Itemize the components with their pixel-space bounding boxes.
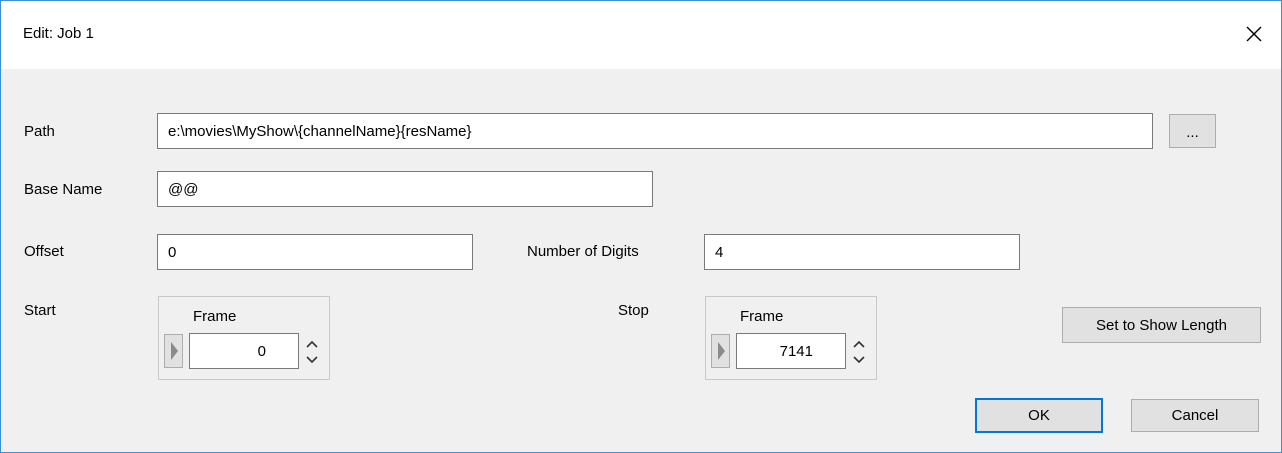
play-arrow-icon	[717, 342, 725, 360]
path-input[interactable]	[157, 113, 1153, 149]
close-icon	[1246, 26, 1262, 42]
start-frame-unit: Frame	[193, 308, 237, 325]
digits-label: Number of Digits	[527, 243, 639, 260]
start-frame-input[interactable]	[189, 333, 299, 369]
cancel-button[interactable]: Cancel	[1131, 399, 1259, 432]
start-label: Start	[24, 302, 56, 319]
start-arrow-button[interactable]	[164, 334, 183, 368]
digits-input[interactable]	[704, 234, 1020, 270]
set-to-show-length-button[interactable]: Set to Show Length	[1062, 307, 1261, 343]
stop-label: Stop	[618, 302, 649, 319]
browse-button[interactable]: ...	[1169, 114, 1216, 148]
base-name-input[interactable]	[157, 171, 653, 207]
stop-frame-input[interactable]	[736, 333, 846, 369]
ok-button[interactable]: OK	[975, 398, 1103, 433]
play-arrow-icon	[170, 342, 178, 360]
stop-arrow-button[interactable]	[711, 334, 730, 368]
window-title: Edit: Job 1	[23, 25, 94, 42]
edit-job-dialog: Edit: Job 1 Path ... Base Name Offset Nu…	[0, 0, 1282, 453]
close-button[interactable]	[1239, 19, 1269, 49]
stop-frame-unit: Frame	[740, 308, 784, 325]
spin-up-down-icon	[853, 340, 865, 364]
title-bar: Edit: Job 1	[1, 1, 1281, 69]
path-label: Path	[24, 123, 55, 140]
offset-input[interactable]	[157, 234, 473, 270]
base-name-label: Base Name	[24, 181, 103, 198]
stop-frame-control: Frame	[705, 296, 877, 380]
start-frame-control: Frame	[158, 296, 330, 380]
spin-up-down-icon	[306, 340, 318, 364]
stop-spinner[interactable]	[849, 335, 869, 369]
offset-label: Offset	[24, 243, 64, 260]
start-spinner[interactable]	[302, 335, 322, 369]
